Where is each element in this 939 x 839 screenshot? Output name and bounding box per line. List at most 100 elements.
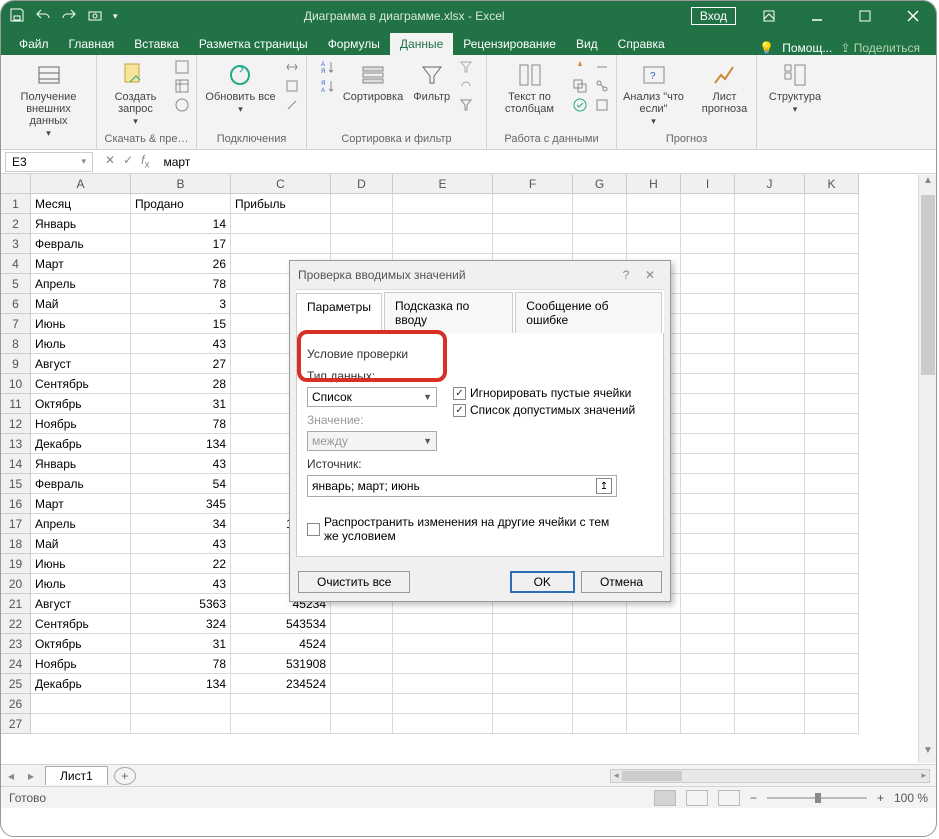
cell[interactable]: [393, 194, 493, 214]
tab-review[interactable]: Рецензирование: [453, 33, 566, 55]
cell[interactable]: 27: [131, 354, 231, 374]
cell[interactable]: [735, 314, 805, 334]
cell[interactable]: [735, 574, 805, 594]
zoom-level[interactable]: 100 %: [894, 791, 928, 805]
name-box[interactable]: E3▾: [5, 152, 93, 172]
dialog-help-button[interactable]: ?: [614, 268, 638, 282]
data-validation-button[interactable]: [572, 97, 588, 113]
cell[interactable]: 345: [131, 494, 231, 514]
cell[interactable]: [493, 634, 573, 654]
cell[interactable]: [805, 414, 859, 434]
cell[interactable]: [681, 234, 735, 254]
cell[interactable]: [805, 534, 859, 554]
tellme-icon[interactable]: 💡: [759, 41, 774, 55]
row-header[interactable]: 4: [1, 254, 31, 274]
cell[interactable]: [573, 614, 627, 634]
cell[interactable]: [735, 234, 805, 254]
cell[interactable]: [493, 614, 573, 634]
new-query-button[interactable]: Создать запрос▾: [103, 59, 168, 129]
cell[interactable]: [681, 514, 735, 534]
cell[interactable]: [735, 334, 805, 354]
column-header[interactable]: H: [627, 174, 681, 194]
cell[interactable]: [493, 194, 573, 214]
cell[interactable]: [393, 234, 493, 254]
cell[interactable]: [231, 694, 331, 714]
manage-model-button[interactable]: [594, 97, 610, 113]
cell[interactable]: [493, 674, 573, 694]
cell[interactable]: [681, 694, 735, 714]
cell[interactable]: [735, 694, 805, 714]
cell[interactable]: [735, 354, 805, 374]
cell[interactable]: Июль: [31, 574, 131, 594]
cell[interactable]: [681, 254, 735, 274]
cell[interactable]: [573, 694, 627, 714]
cell[interactable]: [735, 434, 805, 454]
text-to-columns-button[interactable]: Текст по столбцам: [493, 59, 566, 117]
cell[interactable]: [681, 454, 735, 474]
cell[interactable]: [681, 494, 735, 514]
row-header[interactable]: 12: [1, 414, 31, 434]
formula-input[interactable]: март: [157, 155, 190, 169]
cell[interactable]: [805, 634, 859, 654]
row-header[interactable]: 9: [1, 354, 31, 374]
cell[interactable]: 14: [131, 214, 231, 234]
cell[interactable]: [627, 714, 681, 734]
cell[interactable]: [573, 214, 627, 234]
ok-button[interactable]: OK: [510, 571, 575, 593]
cell[interactable]: [627, 674, 681, 694]
cell[interactable]: [805, 654, 859, 674]
cell[interactable]: 43: [131, 534, 231, 554]
cell[interactable]: [131, 694, 231, 714]
ignore-blank-checkbox[interactable]: ✓Игнорировать пустые ячейки: [453, 386, 635, 400]
cell[interactable]: Январь: [31, 454, 131, 474]
column-header[interactable]: I: [681, 174, 735, 194]
cell[interactable]: 26: [131, 254, 231, 274]
cell[interactable]: Май: [31, 294, 131, 314]
cell[interactable]: [735, 554, 805, 574]
cell[interactable]: [681, 194, 735, 214]
row-header[interactable]: 26: [1, 694, 31, 714]
cell[interactable]: [681, 394, 735, 414]
cell[interactable]: [573, 714, 627, 734]
cell[interactable]: [131, 714, 231, 734]
select-all-triangle[interactable]: [1, 174, 31, 194]
cell[interactable]: [805, 474, 859, 494]
cell[interactable]: [805, 374, 859, 394]
type-select[interactable]: Список▼: [307, 387, 437, 407]
cell[interactable]: Месяц: [31, 194, 131, 214]
cell[interactable]: [627, 194, 681, 214]
cell[interactable]: [681, 714, 735, 734]
save-icon[interactable]: [9, 7, 25, 26]
cell[interactable]: [331, 214, 393, 234]
scroll-down-icon[interactable]: ▼: [919, 745, 937, 763]
column-header[interactable]: G: [573, 174, 627, 194]
cell[interactable]: [805, 574, 859, 594]
cell[interactable]: [681, 574, 735, 594]
cell[interactable]: 34: [131, 514, 231, 534]
cell[interactable]: [331, 634, 393, 654]
cell[interactable]: 543534: [231, 614, 331, 634]
cell[interactable]: 3: [131, 294, 231, 314]
cell[interactable]: [681, 614, 735, 634]
cell[interactable]: Июль: [31, 334, 131, 354]
zoom-in-button[interactable]: +: [877, 791, 884, 805]
reapply-button[interactable]: [458, 78, 474, 94]
cell[interactable]: [735, 214, 805, 234]
cell[interactable]: [735, 674, 805, 694]
get-external-data-button[interactable]: Получение внешних данных▾: [7, 59, 90, 141]
cell[interactable]: 31: [131, 634, 231, 654]
cancel-button[interactable]: Отмена: [581, 571, 662, 593]
row-header[interactable]: 23: [1, 634, 31, 654]
cell[interactable]: [805, 674, 859, 694]
column-header[interactable]: F: [493, 174, 573, 194]
column-header[interactable]: D: [331, 174, 393, 194]
cell[interactable]: 43: [131, 574, 231, 594]
cell[interactable]: [805, 694, 859, 714]
cell[interactable]: Февраль: [31, 234, 131, 254]
cell[interactable]: [393, 694, 493, 714]
cell[interactable]: [393, 714, 493, 734]
scroll-thumb[interactable]: [921, 195, 935, 375]
row-header[interactable]: 22: [1, 614, 31, 634]
cell[interactable]: [627, 694, 681, 714]
sort-az-button[interactable]: АЯ: [319, 59, 335, 75]
